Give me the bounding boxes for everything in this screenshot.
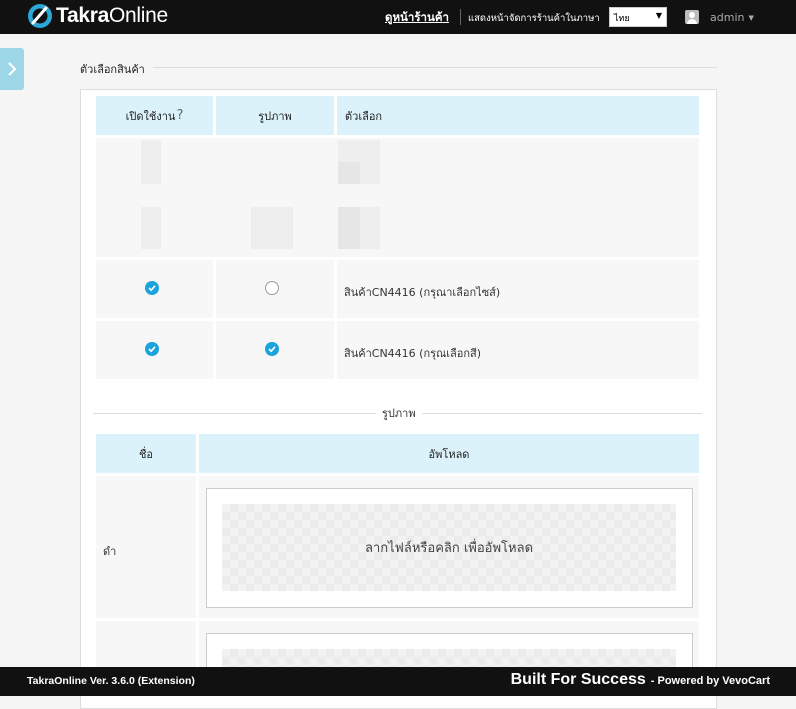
- section-divider: [80, 67, 717, 68]
- table-cell: [96, 621, 196, 671]
- image-radio[interactable]: [265, 281, 279, 295]
- section-title: ตัวเลือกสินค้า: [80, 60, 153, 78]
- check-icon: [148, 285, 156, 292]
- brand-logo[interactable]: TakraOnline: [27, 3, 168, 29]
- footer: TakraOnline Ver. 3.6.0 (Extension) Built…: [0, 667, 796, 696]
- chevron-right-icon: [8, 62, 17, 76]
- blurred-content: [338, 207, 360, 249]
- image-row-name: ดำ: [103, 545, 117, 558]
- image-checkbox[interactable]: [265, 342, 279, 356]
- column-header-upload: อัพโหลด: [199, 434, 699, 473]
- language-select[interactable]: ไทย ▼: [609, 7, 667, 27]
- column-header-image: รูปภาพ: [216, 96, 334, 135]
- option-label: สินค้าCN4416 (กรุณเลือกสี): [344, 347, 482, 360]
- blurred-content: [141, 207, 161, 249]
- slogan: Built For Success: [510, 671, 646, 688]
- column-header-enabled: เปิดใช้งาน?: [96, 96, 213, 135]
- file-dropzone[interactable]: ลากไฟล์หรือคลิก เพื่ออัพโหลด: [222, 504, 676, 591]
- column-header-option: ตัวเลือก: [337, 96, 699, 135]
- language-label: แสดงหน้าจัดการร้านค้าในภาษา: [468, 13, 600, 24]
- user-name: admin: [710, 11, 745, 24]
- placeholder-row: [96, 138, 699, 257]
- caret-down-icon: ▼: [748, 14, 754, 22]
- images-section-title: รูปภาพ: [376, 404, 422, 422]
- brand-name: TakraOnline: [56, 4, 168, 27]
- enable-checkbox[interactable]: [145, 281, 159, 295]
- footer-credits: Built For Success - Powered by VevoCart: [511, 671, 770, 689]
- check-icon: [148, 346, 156, 353]
- blurred-content: [141, 140, 161, 184]
- view-store-link[interactable]: ดูหน้าร้านค้า: [385, 9, 449, 27]
- takra-logo-icon: [28, 4, 52, 28]
- nav-divider: [460, 9, 461, 25]
- top-navbar: TakraOnline ดูหน้าร้านค้า แสดงหน้าจัดการ…: [0, 0, 796, 34]
- version-text: TakraOnline Ver. 3.6.0 (Extension): [27, 675, 195, 687]
- column-header-name: ชื่อ: [96, 434, 196, 473]
- sidebar-toggle-button[interactable]: [0, 48, 24, 90]
- user-menu[interactable]: admin ▼: [710, 11, 754, 24]
- language-select-value: ไทย: [614, 14, 630, 24]
- powered-by-text: - Powered by VevoCart: [650, 675, 770, 687]
- enable-checkbox[interactable]: [145, 342, 159, 356]
- check-icon: [268, 346, 276, 353]
- help-question-icon[interactable]: ?: [176, 108, 183, 123]
- option-label: สินค้าCN4416 (กรุณาเลือกไซส์): [344, 286, 501, 299]
- blurred-content: [251, 207, 293, 249]
- dropzone-text: ลากไฟล์หรือคลิก เพื่ออัพโหลด: [364, 541, 534, 556]
- blurred-content: [338, 162, 360, 184]
- dropdown-arrow-icon: ▼: [655, 11, 662, 20]
- user-avatar-icon: [685, 10, 699, 24]
